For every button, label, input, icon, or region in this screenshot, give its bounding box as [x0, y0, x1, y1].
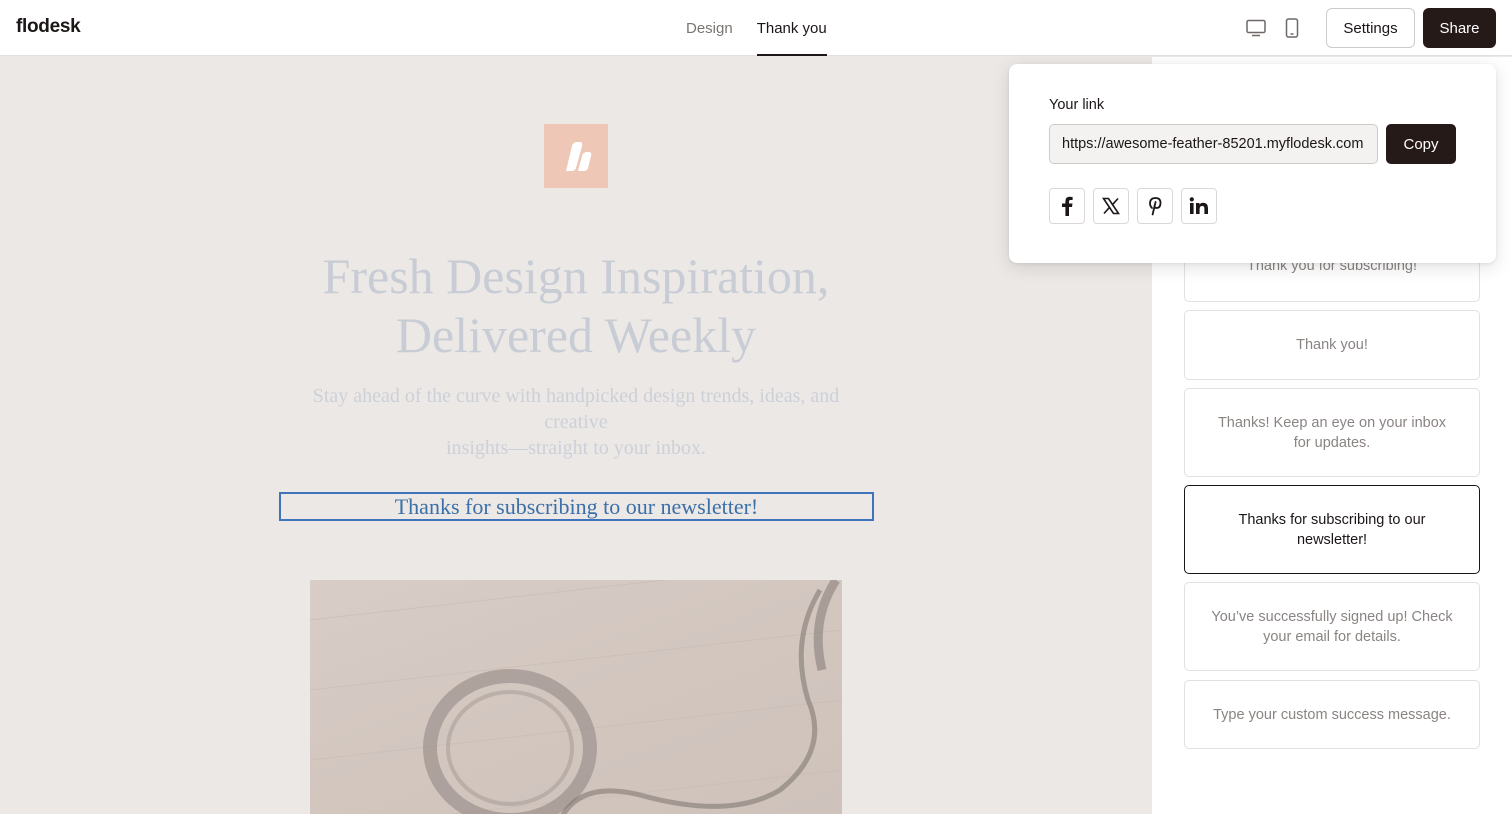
- facebook-icon[interactable]: [1049, 188, 1085, 224]
- form-canvas: Fresh Design Inspiration, Delivered Week…: [0, 57, 1152, 814]
- editor-tabs: Design Thank you: [686, 0, 851, 56]
- success-message-text[interactable]: Thanks for subscribing to our newsletter…: [279, 492, 874, 521]
- message-option[interactable]: Thanks! Keep an eye on your inbox for up…: [1184, 388, 1480, 477]
- message-option-text: Thanks! Keep an eye on your inbox for up…: [1217, 414, 1447, 451]
- copy-link-button[interactable]: Copy: [1386, 124, 1456, 164]
- share-popover: Your link Copy: [1009, 64, 1496, 263]
- subhead-line: Stay ahead of the curve with handpicked …: [312, 385, 840, 433]
- message-option-selected[interactable]: Thanks for subscribing to our newsletter…: [1184, 485, 1480, 574]
- message-option-text: You’ve successfully signed up! Check you…: [1211, 608, 1453, 645]
- headphones-image[interactable]: [310, 580, 842, 814]
- share-link-input[interactable]: [1049, 124, 1378, 164]
- headline-line: Delivered Weekly: [395, 307, 757, 363]
- brand-logo-icon[interactable]: [544, 124, 608, 188]
- message-option-text: Type your custom success message.: [1213, 706, 1451, 723]
- form-subheading[interactable]: Stay ahead of the curve with handpicked …: [300, 383, 852, 461]
- subhead-line: insights—straight to your inbox.: [446, 437, 706, 459]
- linkedin-icon[interactable]: [1181, 188, 1217, 224]
- message-option-text: Thanks for subscribing to our newsletter…: [1238, 511, 1426, 548]
- form-headline[interactable]: Fresh Design Inspiration, Delivered Week…: [276, 247, 876, 365]
- share-button[interactable]: Share: [1423, 8, 1496, 48]
- message-option[interactable]: Thank you!: [1184, 310, 1480, 380]
- desktop-icon[interactable]: [1244, 16, 1268, 40]
- tab-thank-you[interactable]: Thank you: [756, 0, 827, 56]
- your-link-label: Your link: [1049, 97, 1105, 113]
- headline-line: Fresh Design Inspiration,: [322, 248, 830, 304]
- tab-design[interactable]: Design: [686, 0, 733, 56]
- pinterest-icon[interactable]: [1137, 188, 1173, 224]
- x-icon[interactable]: [1093, 188, 1129, 224]
- message-option-text: Thank you!: [1296, 337, 1368, 353]
- mobile-icon[interactable]: [1280, 16, 1304, 40]
- top-bar: flodesk Design Thank you Settings Share: [0, 0, 1512, 56]
- app-logo[interactable]: flodesk: [16, 16, 81, 38]
- message-option-custom[interactable]: Type your custom success message.: [1184, 680, 1480, 749]
- settings-button[interactable]: Settings: [1326, 8, 1415, 48]
- message-option[interactable]: You’ve successfully signed up! Check you…: [1184, 582, 1480, 671]
